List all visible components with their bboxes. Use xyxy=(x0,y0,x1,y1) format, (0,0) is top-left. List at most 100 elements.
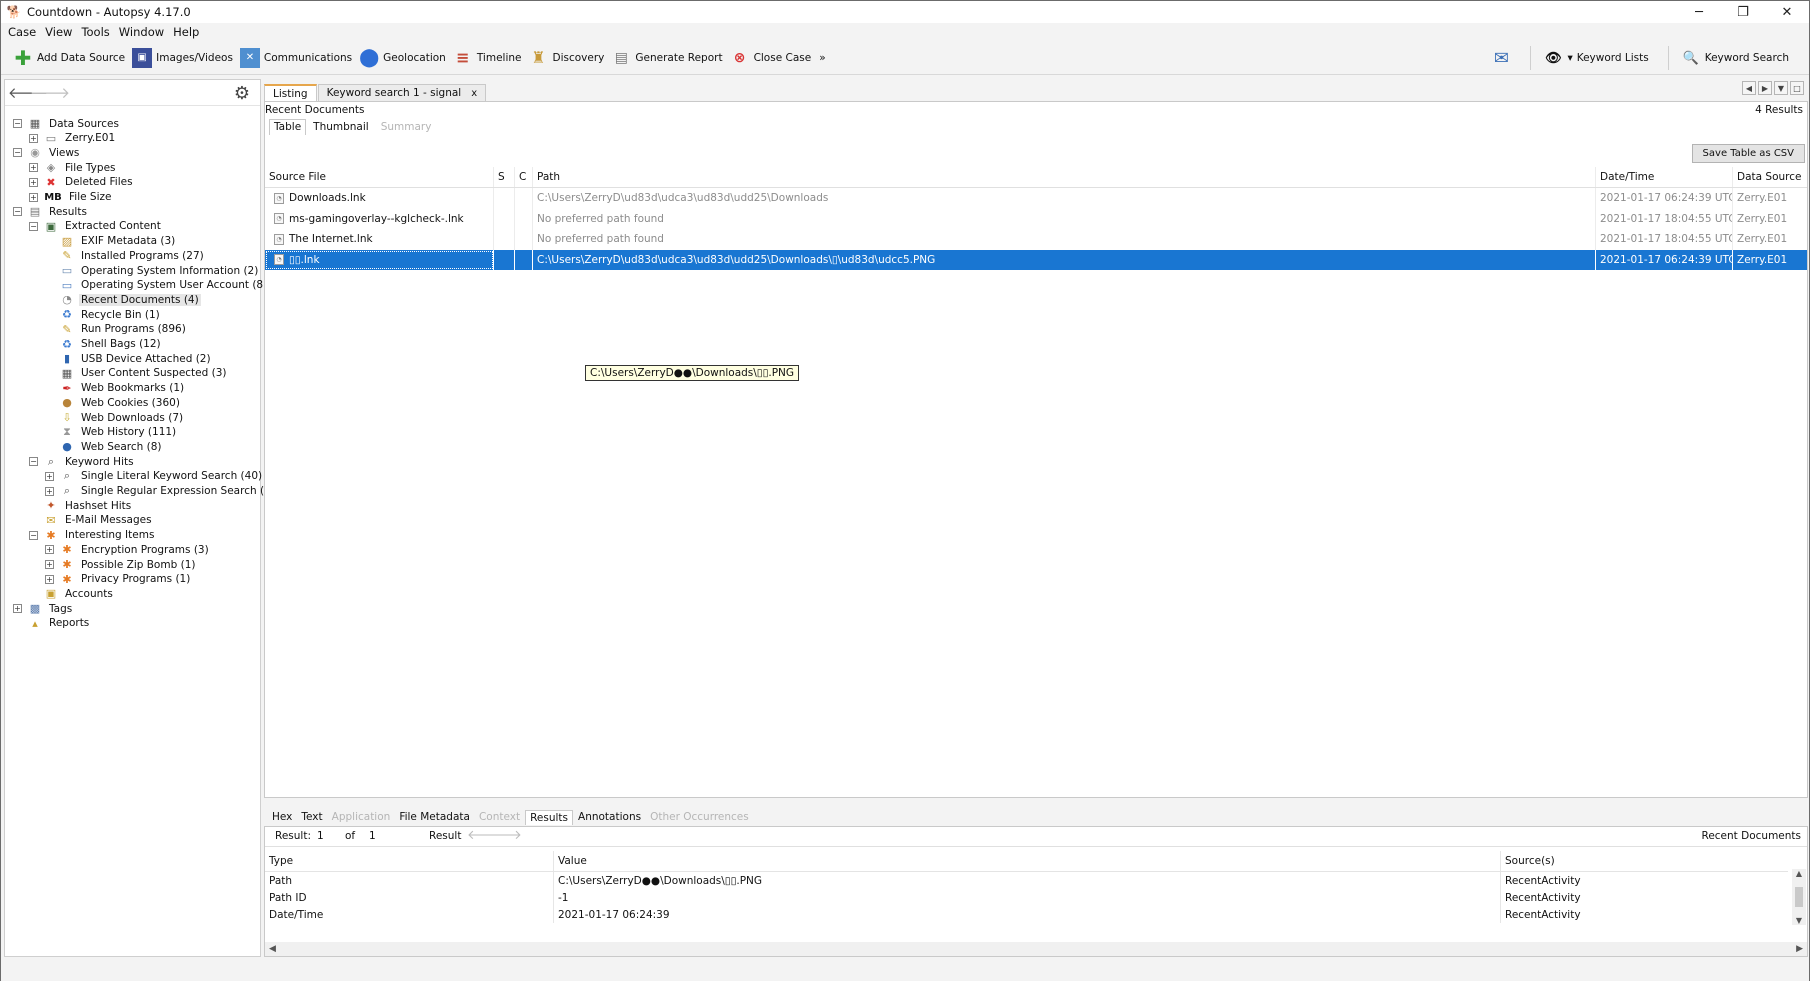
data-sources-icon: ▦ xyxy=(29,117,41,130)
eye-icon: 👁 xyxy=(1545,50,1562,66)
table-row[interactable]: ◔ The Internet.lnk No preferred path found… xyxy=(265,229,1807,250)
toolbar-overflow-icon[interactable]: » xyxy=(819,52,825,64)
tab-application[interactable]: Application xyxy=(328,810,395,824)
collapse-icon[interactable]: − xyxy=(13,207,22,217)
tab-dropdown-icon[interactable]: ▼ xyxy=(1774,81,1788,95)
column-date-time[interactable]: Date/Time xyxy=(1596,167,1733,187)
vertical-scrollbar[interactable]: ▲ ▼ xyxy=(1792,869,1806,925)
collapse-icon[interactable]: − xyxy=(29,221,38,231)
close-window-button[interactable]: ✕ xyxy=(1765,1,1809,23)
collapse-icon[interactable]: − xyxy=(13,119,22,128)
scroll-right-icon[interactable]: ▶ xyxy=(1796,944,1803,954)
expand-icon[interactable]: + xyxy=(45,560,54,569)
tree-item-label: Deleted Files xyxy=(65,176,133,189)
menu-view[interactable]: View xyxy=(45,25,72,39)
table-row[interactable]: ◔ ms-gamingoverlay--kglcheck-.lnk No prefe… xyxy=(265,208,1807,229)
close-tab-icon[interactable]: x xyxy=(471,88,477,99)
tab-other-occurrences[interactable]: Other Occurrences xyxy=(646,810,753,824)
tab-listing[interactable]: Listing xyxy=(264,84,317,101)
expand-icon[interactable]: + xyxy=(29,177,38,187)
scroll-thumb[interactable] xyxy=(1795,887,1803,907)
save-table-csv-button[interactable]: Save Table as CSV xyxy=(1691,144,1805,163)
tree-item-label: File Types xyxy=(65,161,116,174)
discovery-button[interactable]: ♜ Discovery xyxy=(529,45,604,71)
tab-annotations[interactable]: Annotations xyxy=(574,810,645,824)
report-icon: ▤ xyxy=(614,49,628,66)
images-videos-button[interactable]: ▣ Images/Videos xyxy=(132,45,233,71)
cell-path: No preferred path found xyxy=(533,229,1596,250)
menu-window[interactable]: Window xyxy=(119,25,164,39)
mail-icon[interactable]: ✉ xyxy=(1488,48,1514,69)
tree-item-label: Operating System Information (2) xyxy=(81,264,259,277)
collapse-icon[interactable]: − xyxy=(29,457,38,467)
expand-icon[interactable]: + xyxy=(45,486,54,496)
tab-right-icon[interactable]: ▶ xyxy=(1758,81,1772,95)
source-file-name: The Internet.lnk xyxy=(289,233,373,246)
source-file-name: Downloads.lnk xyxy=(289,192,366,205)
subtab-thumbnail[interactable]: Thumbnail xyxy=(308,119,374,135)
results-table-body: ◔ Downloads.lnk C:\Users\ZerryD\ud83d\udca… xyxy=(265,188,1807,270)
column-sources[interactable]: Source(s) xyxy=(1501,851,1788,871)
scroll-left-icon[interactable]: ◀ xyxy=(269,944,276,954)
artifact-row[interactable]: Date/Time 2021-01-17 06:24:39 RecentActivi… xyxy=(265,906,1788,923)
artifact-row[interactable]: Path ID -1 RecentActivity xyxy=(265,889,1788,906)
subtab-table[interactable]: Table xyxy=(269,119,307,135)
restore-button[interactable]: ❐ xyxy=(1721,1,1765,23)
column-s[interactable]: S xyxy=(494,167,515,187)
cell-source: RecentActivity xyxy=(1505,874,1581,887)
file-types-icon: ◈ xyxy=(46,161,56,175)
expand-icon[interactable]: + xyxy=(45,574,54,584)
tree-item[interactable]: ▴ Reports xyxy=(13,615,91,632)
column-c[interactable]: C xyxy=(515,167,533,187)
keyword-lists-button[interactable]: 👁 ▾ Keyword Lists xyxy=(1543,45,1649,71)
tab-file-metadata[interactable]: File Metadata xyxy=(395,810,474,824)
column-data-source[interactable]: Data Source xyxy=(1733,167,1807,187)
expand-icon[interactable]: + xyxy=(13,604,22,614)
add-data-source-button[interactable]: ✚ Add Data Source xyxy=(13,45,126,71)
maximize-icon[interactable]: □ xyxy=(1790,81,1804,95)
expand-icon[interactable]: + xyxy=(29,192,38,202)
menu-tools[interactable]: Tools xyxy=(81,25,109,39)
expand-icon[interactable]: + xyxy=(45,471,54,481)
expand-icon[interactable]: + xyxy=(29,163,38,173)
collapse-icon[interactable]: − xyxy=(29,530,38,540)
close-case-button[interactable]: ⊗ Close Case » xyxy=(730,45,826,71)
geolocation-button[interactable]: ⬤ Geolocation xyxy=(359,45,446,71)
tab-keyword-search[interactable]: Keyword search 1 - signal x xyxy=(317,84,487,101)
scroll-up-icon[interactable]: ▲ xyxy=(1796,869,1802,878)
menu-help[interactable]: Help xyxy=(173,25,199,39)
tab-left-icon[interactable]: ◀ xyxy=(1742,81,1756,95)
timeline-button[interactable]: ≡ Timeline xyxy=(453,45,521,71)
table-row[interactable]: ◔ ▯▯.lnk C:\Users\ZerryD\ud83d\udca3\ud83d… xyxy=(265,249,1807,270)
collapse-icon[interactable]: − xyxy=(13,148,22,158)
subtab-summary[interactable]: Summary xyxy=(376,119,437,135)
accounts-icon: ▣ xyxy=(45,587,57,601)
communications-label: Communications xyxy=(263,51,353,64)
table-row[interactable]: ◔ Downloads.lnk C:\Users\ZerryD\ud83d\udca… xyxy=(265,188,1807,209)
menu-case[interactable]: Case xyxy=(8,25,36,39)
column-path[interactable]: Path xyxy=(533,167,1596,187)
minimize-button[interactable]: ─ xyxy=(1677,1,1721,23)
column-type[interactable]: Type xyxy=(265,851,554,871)
expand-icon[interactable]: + xyxy=(45,545,54,555)
column-source-file[interactable]: Source File xyxy=(265,167,494,187)
map-pin-icon: ⬤ xyxy=(359,47,380,68)
communications-button[interactable]: ✕ Communications xyxy=(239,45,353,71)
tab-text[interactable]: Text xyxy=(297,810,326,824)
add-data-source-label: Add Data Source xyxy=(37,51,126,64)
horizontal-scrollbar[interactable]: ◀ ▶ xyxy=(265,942,1807,956)
scroll-down-icon[interactable]: ▼ xyxy=(1796,916,1802,925)
artifact-row[interactable]: Path C:\Users\ZerryD●●\Downloads\▯▯.PNG Re… xyxy=(265,872,1788,889)
forward-arrow-icon[interactable]: 🡒 xyxy=(30,83,70,103)
tab-hex[interactable]: Hex xyxy=(268,810,296,824)
expand-icon[interactable]: + xyxy=(29,133,38,143)
next-result-icon[interactable]: 🡒 xyxy=(487,827,522,843)
tree-item-label: Shell Bags (12) xyxy=(81,338,161,350)
cell-source-file: ◔ The Internet.lnk xyxy=(265,229,494,250)
column-value[interactable]: Value xyxy=(554,851,1501,871)
gear-icon[interactable]: ⚙ xyxy=(234,83,250,104)
tab-results[interactable]: Results xyxy=(525,809,574,825)
generate-report-button[interactable]: ▤ Generate Report xyxy=(611,45,723,71)
tab-context[interactable]: Context xyxy=(475,810,524,824)
keyword-search-button[interactable]: 🔍 Keyword Search xyxy=(1681,45,1789,71)
